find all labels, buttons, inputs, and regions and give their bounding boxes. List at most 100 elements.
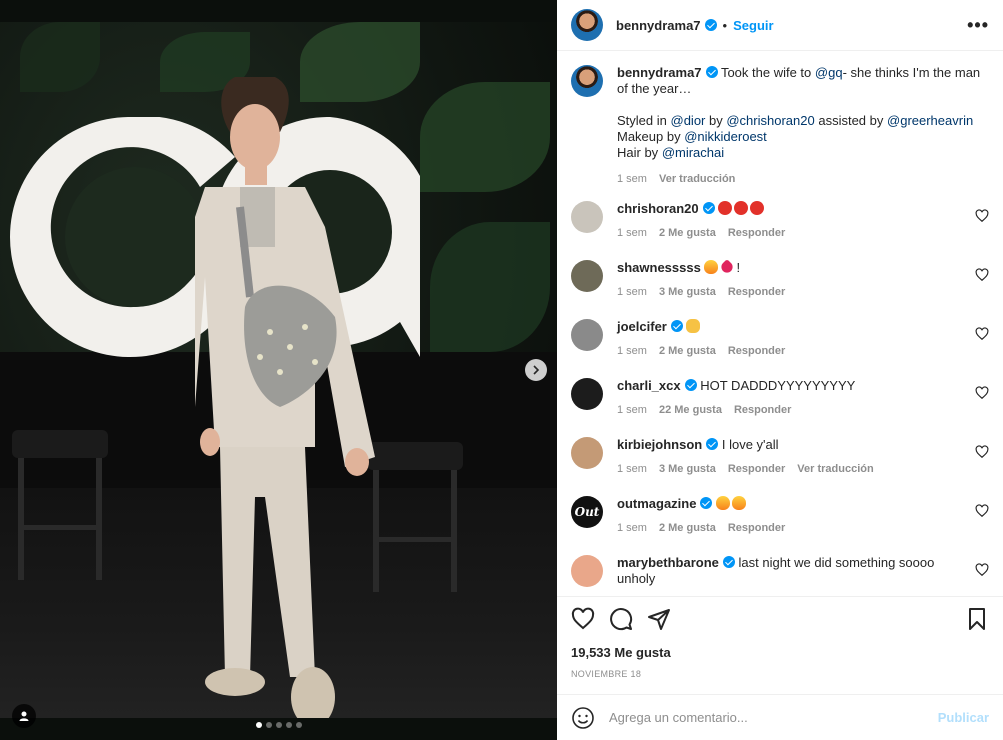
caption-meta: 1 sem Ver traducción [617, 171, 989, 187]
comment-likes[interactable]: 3 Me gusta [659, 461, 716, 477]
comment-time[interactable]: 1 sem [617, 343, 647, 359]
author-avatar[interactable] [571, 9, 603, 41]
comment-time[interactable]: 1 sem [617, 520, 647, 536]
follow-button[interactable]: Seguir [733, 18, 773, 33]
angry-emoji-icon [750, 201, 765, 215]
comment-icon[interactable] [609, 607, 633, 631]
reply-button[interactable]: Responder [728, 343, 785, 359]
share-icon[interactable] [647, 607, 671, 631]
comment-time[interactable]: 1 sem [617, 461, 647, 477]
comment-like-heart-icon[interactable] [975, 268, 989, 282]
comment-row: kirbiejohnson I love y'all 1 sem 3 Me gust… [571, 437, 989, 482]
reply-button[interactable]: Responder [728, 284, 785, 300]
caption-text: Styled in [617, 113, 667, 128]
comment-likes[interactable]: 2 Me gusta [659, 343, 716, 359]
comments-scroll[interactable]: bennydrama7 Took the wife to @gq- she th… [557, 51, 1003, 596]
comment-list: chrishoran20 1 sem 2 Me gusta Responder sha… [571, 201, 989, 596]
commenter-username[interactable]: shawnesssss [617, 260, 701, 275]
carousel-dot [255, 722, 262, 728]
heart-icon[interactable] [571, 607, 595, 631]
like-count[interactable]: 19,533 Me gusta [571, 645, 989, 660]
caption-time[interactable]: 1 sem [617, 171, 647, 187]
comment-like-heart-icon[interactable] [975, 563, 989, 577]
caption-text: by [709, 113, 723, 128]
comment-like-heart-icon[interactable] [975, 445, 989, 459]
post-date: NOVIEMBRE 18 [571, 669, 642, 679]
fire-emoji-icon [732, 496, 747, 510]
caption-text: Makeup by [617, 129, 681, 144]
commenter-username[interactable]: marybethbarone [617, 555, 719, 570]
author-avatar[interactable] [571, 65, 603, 97]
commenter-avatar[interactable]: Out [571, 496, 603, 528]
comment-row: Out outmagazine 1 sem 2 Me gusta Responder [571, 496, 989, 541]
reply-button[interactable]: Responder [728, 225, 785, 241]
verified-icon [705, 66, 718, 78]
verified-icon [706, 438, 719, 450]
comment-like-heart-icon[interactable] [975, 504, 989, 518]
save-icon[interactable] [965, 607, 989, 631]
caption-text: assisted by [818, 113, 884, 128]
mention-link[interactable]: @dior [671, 113, 706, 128]
reply-button[interactable]: Responder [728, 520, 785, 536]
comment-composer: Publicar [557, 694, 1003, 740]
comment-row: charli_xcx HOT DADDDYYYYYYYYY 1 sem 22 Me … [571, 378, 989, 423]
mention-link[interactable]: @chrishoran20 [726, 113, 814, 128]
next-photo-button[interactable] [525, 359, 547, 381]
author-username[interactable]: bennydrama7 [616, 18, 701, 33]
verified-icon [704, 19, 717, 31]
clap-emoji-icon [686, 319, 701, 333]
comment-meta: 1 sem 2 Me gusta Responder [617, 225, 975, 241]
reply-button[interactable]: Responder [734, 402, 791, 418]
comment-like-heart-icon[interactable] [975, 209, 989, 223]
verified-icon [722, 556, 735, 568]
comment-like-heart-icon[interactable] [975, 386, 989, 400]
comment-likes[interactable]: 22 Me gusta [659, 402, 722, 418]
dot-separator: • [722, 17, 728, 33]
chevron-right-icon [533, 365, 540, 375]
commenter-username[interactable]: outmagazine [617, 496, 696, 511]
fire-emoji-icon [716, 496, 731, 510]
commenter-username[interactable]: joelcifer [617, 319, 667, 334]
mention-link[interactable]: @nikkideroest [684, 129, 767, 144]
comment-likes[interactable]: 2 Me gusta [659, 225, 716, 241]
commenter-avatar[interactable] [571, 555, 603, 587]
person [195, 77, 375, 718]
mention-link[interactable]: @gq [815, 65, 843, 80]
foliage [20, 22, 100, 92]
reply-button[interactable]: Responder [728, 461, 785, 477]
comment-meta: 1 sem 3 Me gusta Responder [617, 284, 975, 300]
verified-icon [700, 497, 713, 509]
commenter-username[interactable]: charli_xcx [617, 378, 681, 393]
commenter-username[interactable]: kirbiejohnson [617, 437, 702, 452]
more-icon[interactable]: ••• [967, 15, 989, 36]
comment-time[interactable]: 1 sem [617, 402, 647, 418]
commenter-avatar[interactable] [571, 319, 603, 351]
carousel-dot [295, 722, 302, 728]
user-tag-icon [19, 711, 29, 721]
comment-time[interactable]: 1 sem [617, 225, 647, 241]
comment-like-heart-icon[interactable] [975, 327, 989, 341]
caption-text: Took the wife to [720, 65, 812, 80]
commenter-username[interactable]: chrishoran20 [617, 201, 699, 216]
commenter-avatar[interactable] [571, 201, 603, 233]
publish-button[interactable]: Publicar [938, 710, 989, 725]
comment-meta: 1 sem 22 Me gusta Responder [617, 402, 975, 418]
emoji-icon[interactable] [571, 706, 595, 730]
commenter-avatar[interactable] [571, 378, 603, 410]
commenter-avatar[interactable] [571, 260, 603, 292]
comment-input[interactable] [609, 710, 924, 725]
commenter-avatar[interactable] [571, 437, 603, 469]
comment-time[interactable]: 1 sem [617, 284, 647, 300]
mention-link[interactable]: @mirachai [662, 145, 724, 160]
see-translation-link[interactable]: Ver traducción [659, 171, 735, 187]
angry-emoji-icon [734, 201, 749, 215]
comment-likes[interactable]: 3 Me gusta [659, 284, 716, 300]
caption: bennydrama7 Took the wife to @gq- she th… [571, 65, 989, 187]
post-modal: bennydrama7 • Seguir ••• bennydrama7 Too… [0, 0, 1003, 740]
comment-likes[interactable]: 2 Me gusta [659, 520, 716, 536]
mention-link[interactable]: @greerheavrin [887, 113, 973, 128]
caption-text: Hair by [617, 145, 659, 160]
caption-username[interactable]: bennydrama7 [617, 65, 702, 80]
see-translation-link[interactable]: Ver traducción [797, 461, 873, 477]
comment-row: shawnesssss ! 1 sem 3 Me gusta Responder [571, 259, 989, 305]
